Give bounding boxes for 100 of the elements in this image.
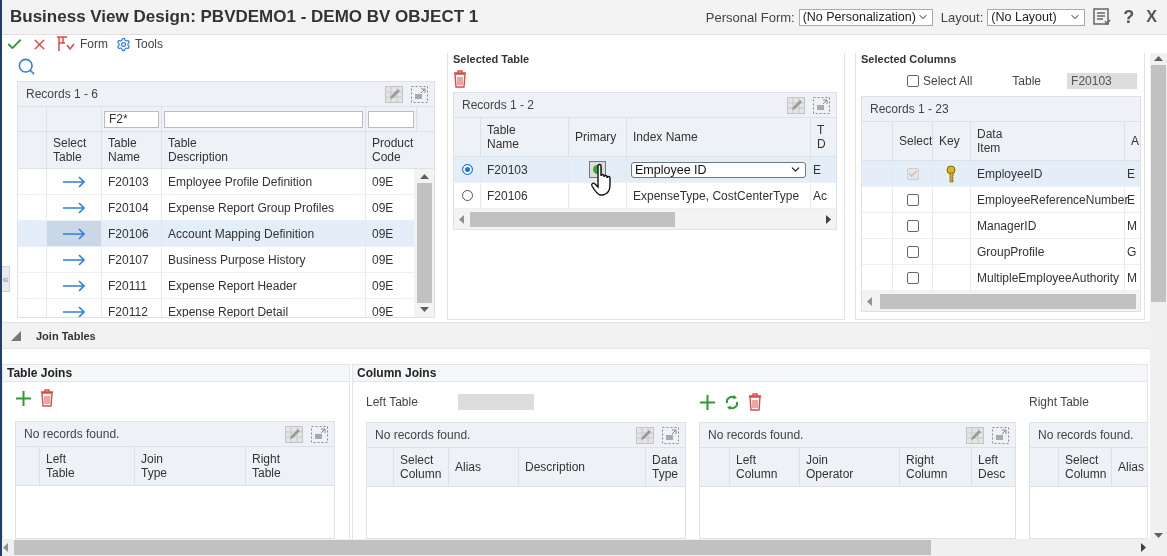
trash-icon[interactable] — [40, 389, 54, 407]
column-header[interactable]: Left Column — [729, 448, 799, 486]
scroll-left-icon[interactable] — [866, 296, 872, 306]
scroll-right-icon[interactable] — [1141, 543, 1147, 552]
toolbar-menu[interactable]: Tools — [116, 36, 163, 52]
table-row[interactable]: MultipleEmployeeAuthority M — [862, 265, 1140, 291]
scroll-left-icon[interactable] — [458, 214, 464, 224]
select-all-checkbox[interactable] — [907, 75, 919, 87]
horizontal-scrollbar[interactable] — [2, 539, 1167, 556]
column-header[interactable]: Join Operator — [799, 448, 899, 486]
section-title: Join Tables — [36, 329, 96, 342]
radio-button[interactable] — [461, 164, 473, 175]
column-header[interactable]: Select Column — [1058, 448, 1111, 486]
column-header[interactable]: Select Table — [46, 132, 101, 168]
column-header[interactable]: Data Type — [645, 448, 685, 486]
column-header[interactable]: Alias — [448, 448, 518, 486]
filter-field[interactable]: F2* — [104, 110, 159, 128]
table-row[interactable]: EmployeeReferenceNumberE — [862, 187, 1140, 213]
row-checkbox[interactable] — [906, 219, 919, 232]
table-row[interactable]: F20106 ExpenseType, CostCenterType Ac — [454, 183, 836, 209]
toolbar-menu[interactable]: Form — [56, 36, 108, 52]
right-arrow-icon[interactable] — [62, 175, 86, 188]
column-header[interactable]: Table Name — [101, 132, 161, 168]
layout-dropdown[interactable]: (No Layout) — [987, 8, 1086, 26]
edit-grid-icon[interactable] — [966, 426, 984, 444]
horizontal-scrollbar[interactable] — [454, 209, 836, 229]
column-header[interactable]: Join Type — [134, 447, 245, 485]
refresh-icon[interactable] — [724, 393, 740, 411]
filter-field[interactable] — [368, 110, 414, 128]
collapse-triangle-icon[interactable] — [10, 329, 22, 342]
column-header[interactable]: Index Name — [626, 118, 810, 156]
column-header[interactable]: T D — [810, 118, 836, 156]
column-header[interactable]: Left Table — [39, 447, 134, 485]
column-header[interactable]: Key — [932, 122, 970, 160]
document-list-icon[interactable] — [1093, 8, 1112, 26]
edit-grid-icon[interactable] — [385, 85, 403, 103]
vertical-scrollbar[interactable] — [1150, 53, 1167, 539]
right-arrow-icon[interactable] — [62, 305, 86, 317]
table-row[interactable]: ManagerID M — [862, 213, 1140, 239]
table-row[interactable]: F20111 Expense Report Header 09E — [18, 273, 414, 299]
row-checkbox[interactable] — [906, 245, 919, 258]
trash-icon[interactable] — [453, 70, 467, 88]
index-dropdown[interactable]: Employee ID — [631, 161, 806, 178]
search-icon[interactable] — [17, 57, 36, 76]
column-header[interactable]: A — [1124, 122, 1140, 160]
scroll-right-icon[interactable] — [826, 214, 832, 224]
expand-grid-icon[interactable] — [992, 426, 1009, 444]
expand-grid-icon[interactable] — [662, 426, 679, 444]
select-all-label: Select All — [923, 74, 973, 88]
column-header[interactable]: Description — [518, 448, 645, 486]
scroll-left-icon[interactable] — [2, 543, 8, 552]
table-row[interactable]: F20104 Expense Report Group Profiles 09E — [18, 195, 414, 221]
column-header[interactable]: Right Column — [899, 448, 971, 486]
column-header[interactable]: Product Code — [365, 132, 416, 168]
table-row[interactable]: F20107 Business Purpose History 09E — [18, 247, 414, 273]
vertical-scrollbar[interactable] — [414, 169, 434, 317]
row-checkbox[interactable] — [906, 271, 919, 284]
layout-label: Layout: — [940, 9, 984, 25]
add-icon[interactable] — [15, 389, 32, 407]
expand-grid-icon[interactable] — [411, 85, 428, 103]
right-arrow-icon[interactable] — [62, 279, 86, 292]
row-checkbox[interactable] — [906, 193, 919, 206]
column-header[interactable]: Right Table — [245, 447, 334, 485]
column-header[interactable]: Table Description — [161, 132, 365, 168]
table-cell: F20103 — [101, 169, 161, 194]
scroll-up-icon[interactable] — [1154, 55, 1163, 61]
column-header[interactable]: Table Name — [480, 118, 568, 156]
right-arrow-icon[interactable] — [62, 227, 86, 240]
table-cell: ManagerID — [970, 213, 1124, 238]
scroll-down-icon[interactable] — [419, 307, 429, 313]
help-button[interactable]: ? — [1123, 6, 1135, 28]
column-header[interactable]: Select — [892, 122, 932, 160]
table-cell: F20106 — [101, 221, 161, 246]
expand-grid-icon[interactable] — [813, 96, 830, 114]
close-button[interactable]: X — [1146, 8, 1157, 26]
table-row[interactable]: GroupProfile G — [862, 239, 1140, 265]
trash-icon[interactable] — [748, 393, 762, 411]
right-arrow-icon[interactable] — [62, 201, 86, 214]
table-cell: Ac — [810, 183, 836, 208]
edit-grid-icon[interactable] — [636, 426, 654, 444]
edit-grid-icon[interactable] — [787, 96, 805, 114]
table-row[interactable]: F20106 Account Mapping Definition 09E — [18, 221, 414, 247]
column-header[interactable]: Select Column — [393, 448, 448, 486]
table-row[interactable]: F20103 Employee Profile Definition 09E — [18, 169, 414, 195]
edit-grid-icon[interactable] — [285, 425, 303, 443]
add-icon[interactable] — [699, 393, 716, 411]
filter-field[interactable] — [164, 110, 363, 128]
column-header[interactable]: Primary — [568, 118, 626, 156]
column-header[interactable]: Data Item — [970, 122, 1124, 160]
personal-form-dropdown[interactable]: (No Personalization) — [798, 8, 933, 26]
table-cell: Expense Report Header — [161, 273, 365, 298]
horizontal-scrollbar[interactable] — [862, 291, 1140, 311]
column-header[interactable]: Left Desc — [971, 448, 1015, 486]
radio-button[interactable] — [461, 190, 473, 201]
scroll-up-icon[interactable] — [419, 173, 429, 179]
panel-heading: Table Joins — [3, 365, 349, 382]
expand-grid-icon[interactable] — [311, 425, 328, 443]
join-tables-bar[interactable]: Join Tables — [2, 322, 1150, 349]
table-cell: ExpenseType, CostCenterType — [626, 183, 810, 208]
right-arrow-icon[interactable] — [62, 253, 86, 266]
